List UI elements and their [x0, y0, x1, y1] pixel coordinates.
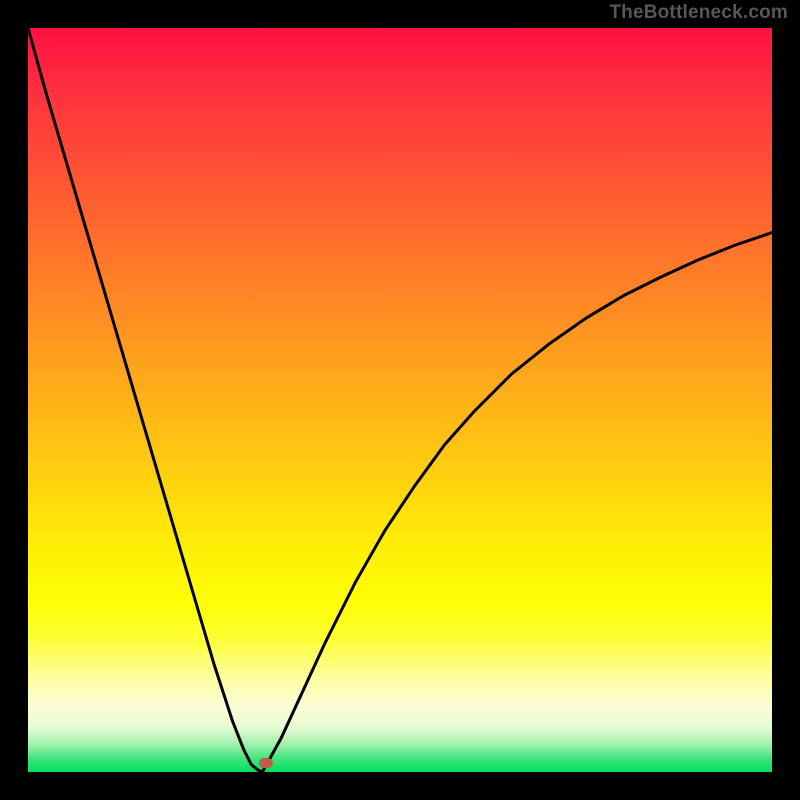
- curve-right-branch: [262, 233, 772, 772]
- minimum-marker: [259, 758, 273, 768]
- plot-area: [28, 28, 772, 772]
- curve-left-branch: [28, 28, 262, 772]
- chart-curves: [28, 28, 772, 772]
- watermark-text: TheBottleneck.com: [609, 2, 788, 24]
